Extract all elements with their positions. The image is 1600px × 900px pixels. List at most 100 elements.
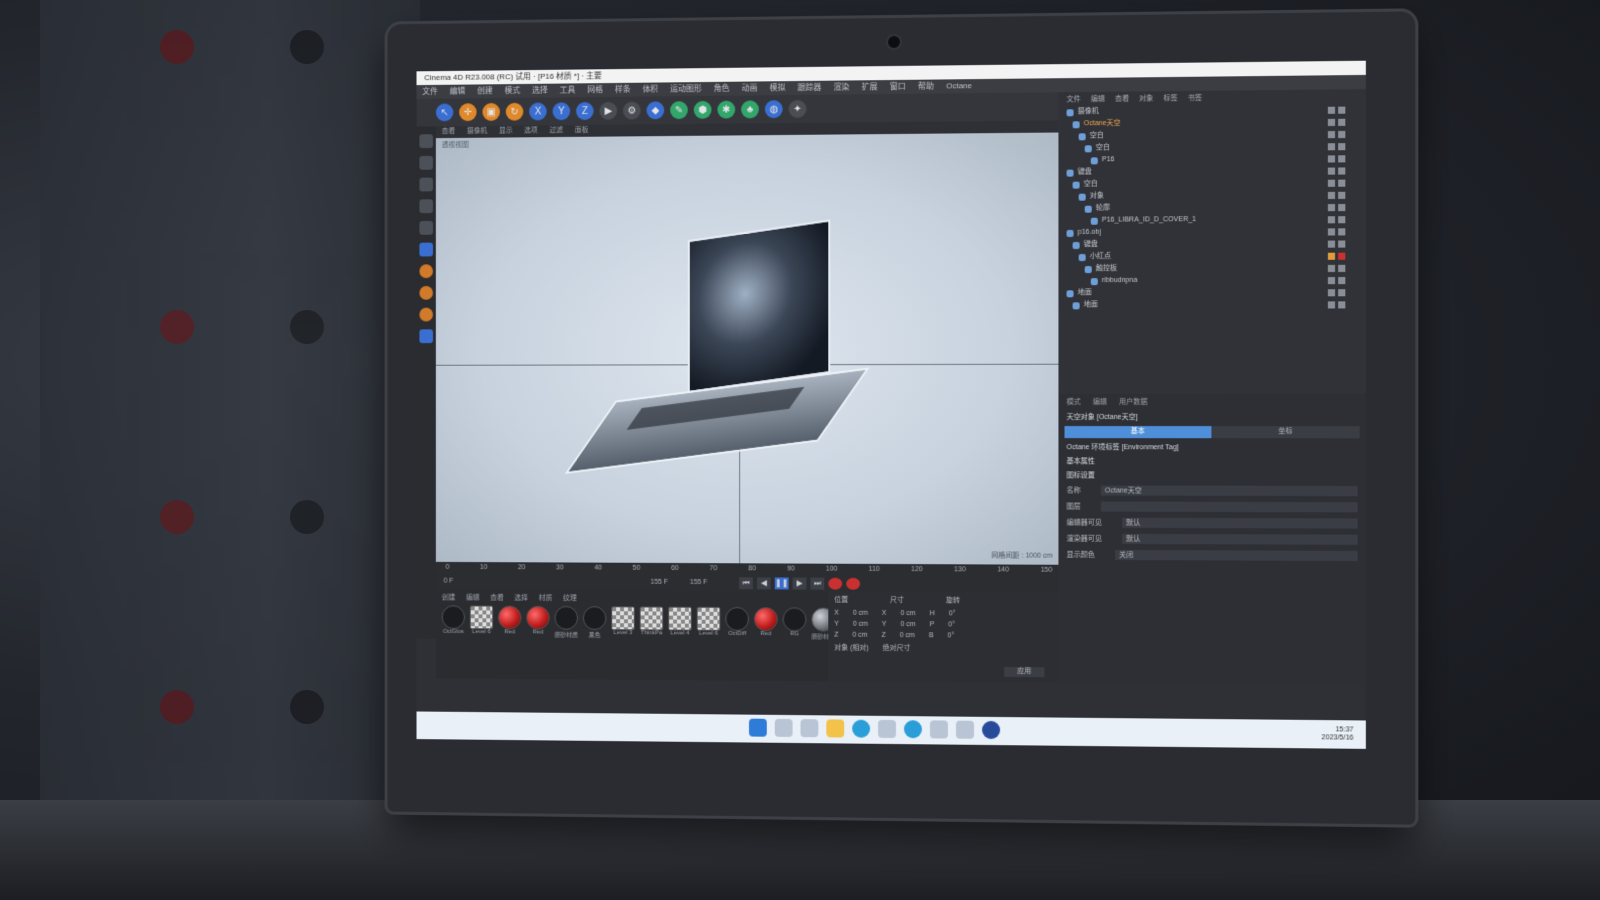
tag-icon[interactable] <box>1338 106 1346 114</box>
objmgr-menu-item[interactable]: 对象 <box>1139 95 1153 102</box>
system-tray-clock[interactable]: 15:37 2023/5/16 <box>1322 726 1354 743</box>
tag-icon[interactable] <box>1327 179 1336 187</box>
subdivision-icon[interactable]: ⬢ <box>693 100 712 119</box>
material-swatch[interactable]: Level 6 <box>469 605 494 638</box>
tag-icon[interactable] <box>1327 130 1336 138</box>
menu-item[interactable]: 跟踪器 <box>798 83 822 92</box>
tag-icon[interactable] <box>1327 154 1336 163</box>
tag-icon[interactable] <box>1338 264 1346 272</box>
y-axis-lock-button[interactable]: Y <box>552 102 571 121</box>
light-icon[interactable]: ✦ <box>788 99 807 118</box>
tag-icon[interactable] <box>1338 130 1346 138</box>
objmgr-menu-item[interactable]: 查看 <box>1115 96 1129 103</box>
render-settings-icon[interactable]: ⚙ <box>623 101 641 120</box>
size-field[interactable]: 0 cm <box>900 621 915 628</box>
material-swatch[interactable]: Red <box>526 605 550 639</box>
autokey-icon[interactable] <box>846 577 861 590</box>
object-tree-item[interactable]: 地面 <box>1058 286 1365 299</box>
scale-tool-icon[interactable]: ▣ <box>482 102 500 121</box>
tag-icon[interactable] <box>1338 154 1346 162</box>
object-tree-item[interactable]: 地面 <box>1058 298 1365 311</box>
attr-field-value[interactable] <box>1100 501 1358 513</box>
menu-item[interactable]: 网格 <box>587 85 603 94</box>
attr-tab[interactable]: 编辑 <box>1093 399 1107 406</box>
tag-icon[interactable] <box>1327 264 1336 272</box>
objmgr-menu-item[interactable]: 文件 <box>1067 96 1081 103</box>
cube-icon[interactable]: ◆ <box>646 101 665 120</box>
z-axis-lock-button[interactable]: Z <box>576 102 594 121</box>
rotation-field[interactable]: 0° <box>948 621 955 628</box>
select-tool-icon[interactable]: ↖ <box>435 103 454 122</box>
menu-item[interactable]: 模式 <box>505 86 521 95</box>
material-swatch[interactable]: OctGlos <box>441 605 465 638</box>
material-swatch[interactable]: Level 6 <box>696 606 721 640</box>
menu-item-octane[interactable]: Octane <box>946 81 972 90</box>
goto-end-icon[interactable]: ⏭ <box>810 577 825 590</box>
tag-icon[interactable] <box>1338 227 1346 235</box>
tag-icon[interactable] <box>1327 227 1336 236</box>
model-mode-icon[interactable] <box>419 242 433 257</box>
material-swatch[interactable]: Level 4 <box>668 606 692 640</box>
attr-tab[interactable]: 用户数据 <box>1119 399 1147 406</box>
viewport-menu-item[interactable]: 显示 <box>499 128 513 135</box>
attr-mode-coord[interactable]: 坐标 <box>1211 426 1360 439</box>
pause-icon[interactable]: ❚❚ <box>774 577 789 590</box>
menu-item[interactable]: 角色 <box>714 84 730 93</box>
attr-tab[interactable]: 模式 <box>1067 399 1081 406</box>
material-swatch[interactable]: Level 3 <box>611 606 635 639</box>
material-menu-item[interactable]: 查看 <box>490 595 504 602</box>
tag-icon[interactable] <box>1327 240 1336 248</box>
3d-viewport[interactable]: 透视视图 网格间距 : 1000 cm <box>435 132 1059 565</box>
tag-icon[interactable] <box>1327 167 1336 175</box>
edge-mode-icon[interactable] <box>419 199 433 214</box>
tag-icon[interactable] <box>1338 203 1346 211</box>
attr-field-value[interactable]: 默认 <box>1122 533 1358 545</box>
tag-icon[interactable] <box>1327 252 1336 260</box>
spline-pen-icon[interactable]: ✎ <box>670 101 688 120</box>
material-swatch[interactable]: 磨砂材质 <box>554 605 578 639</box>
cloner-icon[interactable]: ✱ <box>717 100 736 119</box>
position-field[interactable]: 0 cm <box>853 621 868 628</box>
menu-item[interactable]: 创建 <box>477 86 493 95</box>
attr-mode-basic[interactable]: 基本 <box>1064 426 1212 439</box>
tag-icon[interactable] <box>1327 118 1336 126</box>
tag-icon[interactable] <box>1338 252 1346 260</box>
tag-icon[interactable] <box>1338 166 1346 175</box>
viewport-menu-item[interactable]: 摄像机 <box>467 128 487 135</box>
rotation-field[interactable]: 0° <box>948 632 955 639</box>
menu-item[interactable]: 选择 <box>532 86 548 95</box>
menu-item[interactable]: 样条 <box>615 85 631 94</box>
menu-item[interactable]: 渲染 <box>834 82 850 91</box>
material-menu-item[interactable]: 材质 <box>539 595 553 602</box>
tag-icon[interactable] <box>1338 179 1346 187</box>
viewport-menu-item[interactable]: 面板 <box>575 127 589 134</box>
viewport-menu-item[interactable]: 查看 <box>442 128 456 135</box>
tag-icon[interactable] <box>1338 118 1346 126</box>
next-key-icon[interactable]: ▶ <box>792 577 807 590</box>
snap-icon[interactable] <box>419 264 433 279</box>
menu-item[interactable]: 运动图形 <box>670 84 702 93</box>
browser-icon[interactable] <box>903 720 922 739</box>
material-swatch[interactable]: Red <box>497 605 522 639</box>
workplane-icon[interactable] <box>419 285 433 300</box>
tag-icon[interactable] <box>1327 191 1336 199</box>
timeline[interactable]: 0 10 20 30 40 50 60 70 80 90 100 110 120… <box>435 561 1059 593</box>
frame-end[interactable]: 155 F <box>690 579 708 586</box>
render-view-icon[interactable]: ▶ <box>599 101 618 120</box>
start-menu-icon[interactable] <box>749 718 767 737</box>
menu-item[interactable]: 扩展 <box>862 82 878 91</box>
menu-item[interactable]: 编辑 <box>450 87 466 96</box>
file-explorer-icon[interactable] <box>826 719 845 738</box>
frame-start[interactable]: 0 F <box>444 578 454 585</box>
tag-icon[interactable] <box>1327 215 1336 223</box>
material-menu-item[interactable]: 选择 <box>514 595 528 602</box>
search-icon[interactable] <box>774 718 793 737</box>
axis-icon[interactable] <box>419 307 433 322</box>
tag-icon[interactable] <box>1338 300 1346 308</box>
move-tool-icon[interactable]: ✛ <box>459 103 477 122</box>
menu-item[interactable]: 体积 <box>643 85 659 94</box>
laptop-model-display[interactable] <box>687 219 831 394</box>
material-swatch[interactable]: Red <box>753 607 778 640</box>
menu-item[interactable]: 窗口 <box>890 82 906 91</box>
cinema4d-icon[interactable] <box>982 720 1001 740</box>
